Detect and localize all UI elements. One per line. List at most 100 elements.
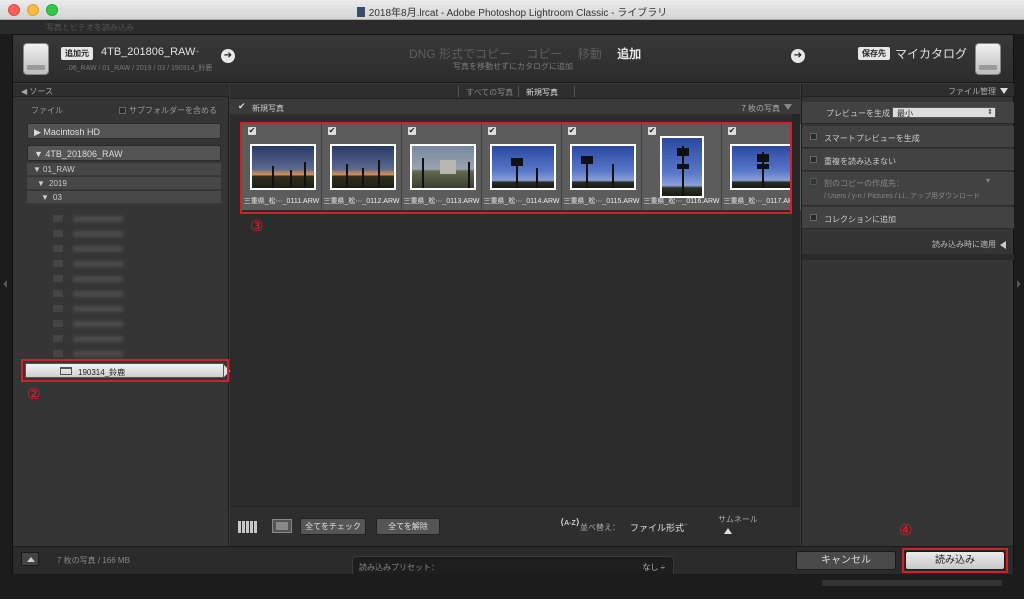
smart-preview-row[interactable]: スマートプレビューを生成 [802,126,1014,148]
window-titlebar: 2018年8月.lrcat - Adobe Photoshop Lightroo… [0,0,1024,20]
background-bottom-strip [0,575,1024,599]
source-name[interactable]: 4TB_201806_RAW [101,46,195,58]
folder-item[interactable] [53,334,225,344]
grid-scrollbar[interactable] [792,114,800,506]
thumbnail-size-label: サムネール [718,515,758,524]
tab-separator [574,86,575,97]
file-label: ファイル [31,106,63,115]
smart-preview-checkbox[interactable] [810,133,817,140]
triangle-down-icon: ▼ [33,165,41,174]
source-tag: 追加元 [61,47,93,60]
no-duplicates-row[interactable]: 重複を読み込まない [802,149,1014,171]
right-edge-arrow-icon [1017,280,1021,288]
panel-divider [802,254,1014,260]
apply-on-import-header[interactable]: 読み込み時に適用 [802,237,1014,251]
cancel-button[interactable]: キャンセル [796,551,896,570]
tree-folder-03[interactable]: ▼ 03 [27,191,221,204]
highlight-box [902,548,1008,573]
photo-grid-area: すべての写真 新規写真 ✔ 新規写真 7 枚の写真 ✔ 三重県_松⋯_0111.… [230,84,802,546]
sort-label: 並べ替え： [580,523,620,532]
background-window-strip: 写真とビデオを読み込み [0,20,1024,34]
grid-filter-tabs: すべての写真 新規写真 [230,84,800,99]
mode-subtitle: 写真を移動せずにカタログに追加 [453,62,573,71]
mode-add[interactable]: 追加 [617,47,641,61]
new-photos-label: 新規写真 [252,104,284,113]
folder-item[interactable] [53,274,225,284]
background-bar [822,580,1002,586]
left-edge-arrow-icon [3,280,7,288]
source-drive-icon [23,43,49,75]
folder-item[interactable] [53,289,225,299]
window-title: 2018年8月.lrcat - Adobe Photoshop Lightroo… [0,4,1024,19]
grid-view-icon[interactable] [238,521,258,533]
thumbnail-size-slider[interactable] [724,528,732,534]
source-panel-header[interactable]: ◀ ソース [13,84,229,97]
folder-item[interactable] [53,349,225,359]
annotation-3: ③ [250,218,264,235]
destination-name: マイカタログ [895,47,968,61]
preview-select[interactable]: 最小 ⇕ [892,107,996,118]
tree-folder-2019[interactable]: ▼ 2019 [27,177,221,190]
new-photos-bar: ✔ 新規写真 7 枚の写真 [230,100,800,114]
import-summary: 7 枚の写真 / 166 MB [57,556,130,565]
volume-macintosh-hd[interactable]: ▶ Macintosh HD [27,123,221,139]
folder-item[interactable] [53,229,225,239]
highlight-box [21,359,229,382]
triangle-down-icon: ▼ [41,193,49,202]
preview-row: プレビューを生成 最小 ⇕ [802,102,1014,124]
source-path: ...06_RAW / 01_RAW / 2019 / 03 / 190314_… [63,65,213,72]
file-handling-header[interactable]: ファイル管理 [802,84,1014,97]
import-preset-select[interactable]: 読み込みプリセット： なし ÷ [352,556,674,574]
photo-count: 7 枚の写真 [741,104,780,113]
import-header: 追加元 4TB_201806_RAW ÷ ...06_RAW / 01_RAW … [13,35,1013,83]
second-copy-checkbox[interactable] [810,178,817,185]
grid-toolbar: 全てをチェック 全てを解除 ⟨A-Z⟩ 並べ替え： ファイル形式 ÷ サムネール [230,506,800,546]
tab-new-photos[interactable]: 新規写真 [526,87,558,98]
add-to-collection-checkbox[interactable] [810,214,817,221]
tree-folder-01-raw[interactable]: ▼ 01_RAW [27,163,221,176]
sort-az-icon[interactable]: ⟨A-Z⟩ [560,517,580,528]
no-duplicates-checkbox[interactable] [810,156,817,163]
add-to-collection-row[interactable]: コレクションに追加 [802,207,1014,229]
expand-up-icon[interactable] [21,552,39,566]
tab-separator [458,86,459,97]
uncheck-all-button[interactable]: 全てを解除 [376,518,440,535]
import-dialog: 追加元 4TB_201806_RAW ÷ ...06_RAW / 01_RAW … [12,34,1014,574]
sort-select[interactable]: ファイル形式 [630,521,684,534]
second-copy-row[interactable]: 別のコピーの作成先： ▾ / Users / y-n / Pictures / … [802,172,1014,206]
highlight-box [240,122,792,214]
photo-grid: ✔ 三重県_松⋯_0111.ARW ✔ 三重県_松⋯_0112.ARW ✔ 三重… [230,114,802,506]
dropdown-arrows-icon: ⇕ [987,109,993,116]
annotation-4: ④ [899,522,913,539]
volume-4tb[interactable]: ▼ 4TB_201806_RAW [27,145,221,161]
preview-label: プレビューを生成 [826,109,890,118]
tab-separator [518,86,519,97]
folder-item[interactable] [53,244,225,254]
import-mode-selector: DNG 形式でコピー コピー 移動 追加 [409,45,653,62]
mode-dng-copy[interactable]: DNG 形式でコピー [409,47,511,61]
document-icon [356,7,365,17]
folder-item[interactable] [53,304,225,314]
include-subfolders-checkbox[interactable]: サブフォルダーを含める [119,105,217,116]
annotation-2: ② [27,386,41,403]
loupe-view-icon[interactable] [272,519,292,533]
mode-move[interactable]: 移動 [578,47,602,61]
source-panel: ◀ ソース ファイル サブフォルダーを含める ▶ Macintosh HD ▼ … [13,84,230,546]
triangle-down-icon: ▼ [37,179,45,188]
collapse-triangle-icon [1000,88,1008,94]
checkmark-icon[interactable]: ✔ [238,101,246,112]
second-copy-path: / Users / y-n / Pictures / Li...アップ用ダウンロ… [824,193,980,200]
arrow-right-icon: ➔ [791,49,805,63]
folder-item[interactable] [53,259,225,269]
file-handling-panel: ファイル管理 プレビューを生成 最小 ⇕ スマートプレビューを生成 重複を読み込ま… [801,84,1014,546]
mode-copy[interactable]: コピー [526,47,562,61]
tab-all-photos[interactable]: すべての写真 [466,87,513,98]
background-window-title: 写真とビデオを読み込み [46,23,134,32]
collapse-triangle-icon[interactable] [784,104,792,110]
folder-item[interactable] [53,319,225,329]
source-dropdown-icon[interactable]: ÷ [195,47,199,56]
import-footer: 7 枚の写真 / 166 MB 読み込みプリセット： なし ÷ キャンセル 読み… [13,522,1013,574]
sort-dropdown-icon[interactable]: ÷ [684,522,688,529]
folder-item[interactable] [53,214,225,224]
check-all-button[interactable]: 全てをチェック [300,518,366,535]
